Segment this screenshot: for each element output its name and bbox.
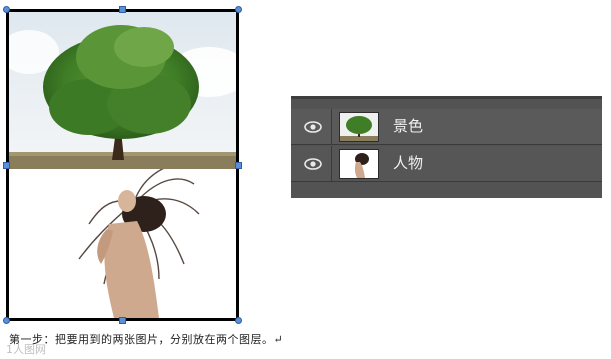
layer-name[interactable]: 景色 [393, 116, 423, 136]
document-canvas[interactable] [6, 9, 239, 321]
layer-thumbnail-tree [339, 112, 379, 142]
divider [331, 146, 332, 182]
transform-handle-top-center[interactable] [119, 6, 126, 13]
watermark: 1人图网 [6, 343, 46, 356]
tree-photo [9, 12, 236, 169]
dancer-photo [9, 169, 236, 318]
transform-handle-bottom-center[interactable] [119, 317, 126, 324]
transform-handle-top-left[interactable] [3, 6, 10, 13]
transform-handle-bottom-right[interactable] [235, 317, 242, 324]
eye-icon[interactable] [301, 116, 325, 138]
layer-thumbnail-figure [339, 149, 379, 179]
layer-row-scenery[interactable]: 景色 [291, 109, 602, 145]
layer-row-person[interactable]: 人物 [291, 146, 602, 182]
transform-handle-top-right[interactable] [235, 6, 242, 13]
divider [331, 109, 332, 145]
transform-handle-middle-left[interactable] [3, 162, 10, 169]
layer-name[interactable]: 人物 [393, 153, 423, 173]
eye-icon[interactable] [301, 153, 325, 175]
transform-handle-bottom-left[interactable] [3, 317, 10, 324]
step-caption: 第一步：把要用到的两张图片，分别放在两个图层。↵ [9, 333, 284, 346]
transform-handle-middle-right[interactable] [235, 162, 242, 169]
layers-panel: 景色 人物 [291, 96, 602, 198]
